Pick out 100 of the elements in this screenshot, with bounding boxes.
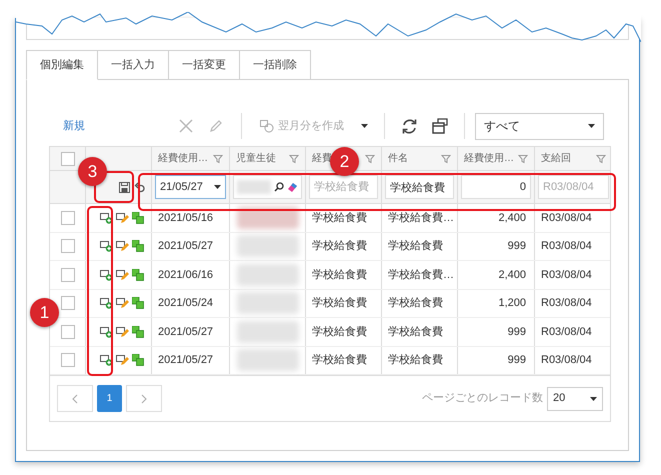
caret-icon bbox=[214, 185, 221, 189]
table-cell-text: 999 bbox=[508, 239, 526, 254]
table-cell-text: 学校給食費 bbox=[312, 239, 367, 254]
table-cell-text: 学校給食費 bbox=[388, 296, 443, 311]
chevron-left-icon bbox=[72, 394, 78, 404]
filter-icon[interactable] bbox=[365, 154, 375, 164]
undo-icon[interactable] bbox=[134, 182, 145, 192]
table-cell-text: 999 bbox=[508, 324, 526, 340]
page-button[interactable]: 1 bbox=[97, 385, 122, 412]
payment-round-field[interactable]: R03/08/04 bbox=[538, 175, 609, 199]
window-icon[interactable] bbox=[432, 118, 448, 134]
blurred-name bbox=[236, 320, 298, 343]
filter-icon[interactable] bbox=[441, 154, 451, 164]
table-cell-text: 学校給食費 bbox=[388, 239, 443, 254]
copy-icon[interactable] bbox=[132, 297, 144, 310]
table-cell-text: 学校給食費 bbox=[312, 353, 367, 368]
table-cell-text: 学校給食費 bbox=[388, 353, 443, 368]
add-icon[interactable] bbox=[100, 240, 113, 252]
column-title: 児童生徒 bbox=[236, 152, 276, 166]
table-cell-text: 2021/05/16 bbox=[158, 210, 214, 226]
eraser-icon[interactable] bbox=[287, 182, 298, 192]
add-icon[interactable] bbox=[100, 212, 113, 224]
blurred-name bbox=[236, 292, 298, 314]
stack-icon bbox=[260, 120, 274, 132]
table-cell-text: R03/08/04 bbox=[541, 268, 592, 282]
table-cell-text: 999 bbox=[508, 353, 526, 368]
add-icon[interactable] bbox=[100, 326, 113, 338]
save-icon[interactable] bbox=[119, 182, 130, 192]
page-size-select[interactable]: 20 bbox=[547, 386, 603, 410]
expense-item-field[interactable]: 学校給食費 bbox=[309, 175, 378, 199]
table-cell-text: 2,400 bbox=[498, 210, 526, 226]
edit-icon[interactable] bbox=[116, 326, 129, 338]
copy-icon[interactable] bbox=[132, 240, 144, 252]
checkbox[interactable] bbox=[60, 324, 74, 339]
refresh-icon[interactable] bbox=[401, 118, 418, 134]
table-cell-text: 学校給食費 bbox=[312, 210, 367, 226]
checkbox[interactable] bbox=[60, 353, 74, 368]
checkbox[interactable] bbox=[60, 239, 74, 254]
table-cell-text: 2021/05/27 bbox=[158, 239, 214, 254]
chevron-right-icon bbox=[141, 394, 147, 404]
checkbox[interactable] bbox=[60, 296, 74, 310]
table-cell-text: 2021/06/16 bbox=[158, 268, 214, 282]
blurred-name bbox=[236, 235, 298, 258]
filter-select[interactable]: すべて bbox=[475, 112, 604, 140]
date-field[interactable]: 21/05/27 bbox=[155, 175, 226, 199]
table-cell-text: 学校給食費… bbox=[388, 210, 454, 226]
column-title: 支給回 bbox=[541, 152, 571, 166]
table-cell-text: 2021/05/27 bbox=[158, 353, 214, 368]
new-link[interactable]: 新規 bbox=[63, 118, 169, 134]
subject-field[interactable]: 学校給食費 bbox=[385, 175, 454, 199]
caret-icon bbox=[588, 124, 595, 128]
student-search-field[interactable] bbox=[233, 175, 302, 199]
column-title: 経費使用… bbox=[464, 152, 514, 166]
edit-icon[interactable] bbox=[116, 240, 129, 252]
blurred-name bbox=[237, 180, 271, 194]
caret-icon bbox=[361, 124, 368, 128]
search-icon[interactable] bbox=[274, 182, 284, 192]
table-cell-text: R03/08/04 bbox=[541, 296, 592, 311]
copy-icon[interactable] bbox=[132, 212, 144, 224]
table-cell-text: 1,200 bbox=[498, 296, 526, 311]
filter-icon[interactable] bbox=[518, 154, 528, 164]
tab[interactable]: 一括削除 bbox=[239, 50, 311, 80]
amount-field[interactable]: 0 bbox=[461, 175, 531, 199]
page-size-label: ページごとのレコード数 bbox=[422, 391, 543, 406]
blurred-name bbox=[236, 264, 298, 286]
blurred-name bbox=[236, 206, 298, 229]
column-title: 経費使用… bbox=[158, 152, 208, 166]
edit-icon[interactable] bbox=[116, 297, 129, 310]
copy-icon[interactable] bbox=[132, 326, 144, 338]
table-cell-text: 学校給食費 bbox=[388, 324, 443, 340]
table-cell-text: R03/08/04 bbox=[541, 353, 592, 368]
table-cell-text: 2021/05/24 bbox=[158, 296, 214, 311]
table-cell-text: 2021/05/27 bbox=[158, 324, 214, 340]
table-cell-text: 学校給食費 bbox=[312, 296, 367, 311]
edit-icon[interactable] bbox=[116, 354, 129, 366]
add-icon[interactable] bbox=[100, 268, 113, 281]
table-cell-text: 学校給食費… bbox=[388, 268, 454, 282]
checkbox[interactable] bbox=[60, 268, 74, 282]
column-title: 件名 bbox=[388, 152, 408, 166]
copy-icon[interactable] bbox=[132, 354, 144, 366]
table-cell-text: R03/08/04 bbox=[541, 239, 592, 254]
filter-icon[interactable] bbox=[289, 154, 299, 164]
table-cell-text: R03/08/04 bbox=[541, 324, 592, 340]
edit-icon[interactable] bbox=[116, 268, 129, 281]
blurred-name bbox=[236, 349, 298, 372]
add-icon[interactable] bbox=[100, 297, 113, 310]
add-icon[interactable] bbox=[100, 354, 113, 366]
tab[interactable]: 個別編集 bbox=[26, 50, 98, 80]
table-cell-text: 学校給食費 bbox=[312, 268, 367, 282]
checkbox[interactable] bbox=[60, 152, 74, 166]
filter-icon[interactable] bbox=[213, 154, 223, 164]
caret-icon bbox=[590, 396, 597, 400]
checkbox[interactable] bbox=[60, 210, 74, 225]
table-cell-text: R03/08/04 bbox=[541, 210, 592, 226]
copy-icon[interactable] bbox=[132, 268, 144, 281]
table-cell-text: 学校給食費 bbox=[312, 324, 367, 340]
filter-icon[interactable] bbox=[596, 154, 606, 164]
table-cell-text: 2,400 bbox=[498, 268, 526, 282]
edit-icon[interactable] bbox=[116, 212, 129, 224]
step-number-badge: 1 bbox=[30, 298, 59, 327]
